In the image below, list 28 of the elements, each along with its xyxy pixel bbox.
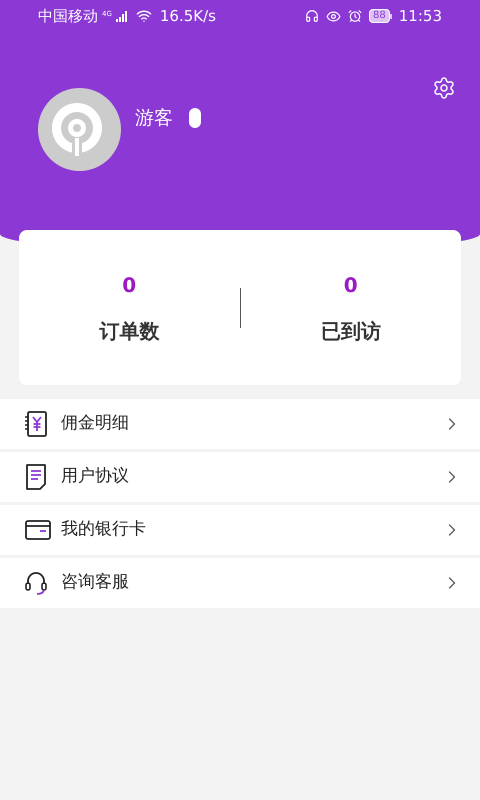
menu-label: 我的银行卡 xyxy=(61,518,147,542)
document-icon xyxy=(25,464,47,490)
menu-item[interactable]: 我的银行卡 xyxy=(0,505,480,555)
clock-time: 11:53 xyxy=(398,6,442,27)
settings-icon[interactable] xyxy=(432,76,456,100)
wifi-icon xyxy=(136,8,152,24)
menu-label: 咨询客服 xyxy=(61,571,130,594)
stat-value: 0 xyxy=(122,272,136,298)
stat-label: 订单数 xyxy=(99,318,160,344)
headphones-icon xyxy=(305,9,320,23)
carrier-name: 中国移动 xyxy=(38,6,98,27)
battery-icon: 88 xyxy=(369,9,390,23)
menu-item[interactable]: 用户协议 xyxy=(0,452,480,502)
stat-label: 已到访 xyxy=(320,318,381,344)
menu-label: 佣金明细 xyxy=(61,412,130,436)
blank-tag xyxy=(189,108,201,128)
menu-label: 用户协议 xyxy=(61,465,130,488)
eye-icon xyxy=(326,8,342,24)
yuan-notebook-icon xyxy=(25,411,47,437)
signal-icon xyxy=(116,10,128,22)
headset-icon xyxy=(25,571,47,595)
menu-item[interactable]: 佣金明细 xyxy=(0,399,480,449)
stat-value: 0 xyxy=(344,272,358,298)
menu-item[interactable]: 咨询客服 xyxy=(0,558,480,608)
alarm-icon xyxy=(348,9,362,23)
bank-card-icon xyxy=(25,520,51,540)
user-name: 游客 xyxy=(135,106,173,131)
network-speed: 16.5K/s xyxy=(160,6,216,27)
